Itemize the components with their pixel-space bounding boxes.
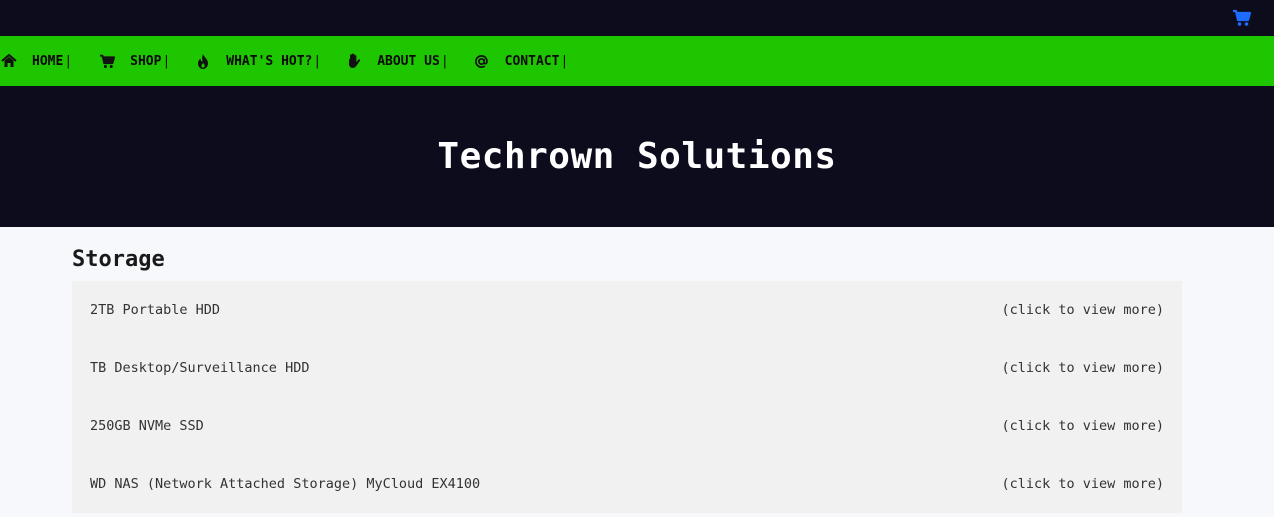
fire-icon bbox=[194, 52, 212, 70]
view-more-link[interactable]: (click to view more) bbox=[1001, 476, 1164, 492]
nav-item-home[interactable]: HOME | bbox=[0, 52, 72, 70]
nav-separator: | bbox=[313, 53, 322, 69]
product-name: 250GB NVMe SSD bbox=[90, 418, 204, 434]
at-icon bbox=[473, 52, 491, 70]
nav-label-about-us: ABOUT US bbox=[377, 53, 440, 69]
nav-item-about-us[interactable]: ABOUT US | bbox=[345, 52, 449, 70]
nav-item-shop[interactable]: SHOP | bbox=[98, 52, 170, 70]
main-nav: HOME | SHOP | WHAT'S HOT? | ABOUT US | C… bbox=[0, 36, 1274, 86]
nav-separator: | bbox=[162, 53, 171, 69]
nav-separator: | bbox=[560, 53, 569, 69]
product-name: TB Desktop/Surveillance HDD bbox=[90, 360, 310, 376]
nav-label-contact: CONTACT bbox=[504, 53, 560, 69]
list-item[interactable]: TB Desktop/Surveillance HDD (click to vi… bbox=[72, 339, 1182, 397]
shopping-cart-icon[interactable] bbox=[1232, 9, 1252, 27]
list-item[interactable]: 2TB Portable HDD (click to view more) bbox=[72, 281, 1182, 339]
view-more-link[interactable]: (click to view more) bbox=[1001, 360, 1164, 376]
shopping-cart-icon bbox=[98, 52, 116, 70]
nav-item-whats-hot[interactable]: WHAT'S HOT? | bbox=[194, 52, 321, 70]
product-name: WD NAS (Network Attached Storage) MyClou… bbox=[90, 476, 481, 492]
nav-label-whats-hot: WHAT'S HOT? bbox=[226, 53, 313, 69]
home-icon bbox=[0, 52, 18, 70]
product-list: 2TB Portable HDD (click to view more) TB… bbox=[72, 281, 1182, 513]
main-content: Storage 2TB Portable HDD (click to view … bbox=[0, 227, 1274, 513]
hero-banner: Techrown Solutions bbox=[0, 86, 1274, 227]
list-item[interactable]: WD NAS (Network Attached Storage) MyClou… bbox=[72, 455, 1182, 513]
nav-item-contact[interactable]: CONTACT | bbox=[473, 52, 569, 70]
nav-separator: | bbox=[64, 53, 73, 69]
hand-icon bbox=[345, 52, 363, 70]
site-title: Techrown Solutions bbox=[437, 136, 837, 177]
view-more-link[interactable]: (click to view more) bbox=[1001, 302, 1164, 318]
nav-label-shop: SHOP bbox=[130, 53, 162, 69]
product-name: 2TB Portable HDD bbox=[90, 302, 221, 318]
view-more-link[interactable]: (click to view more) bbox=[1001, 418, 1164, 434]
nav-label-home: HOME bbox=[32, 53, 64, 69]
list-item[interactable]: 250GB NVMe SSD (click to view more) bbox=[72, 397, 1182, 455]
top-bar bbox=[0, 0, 1274, 36]
nav-separator: | bbox=[440, 53, 449, 69]
section-title: Storage bbox=[72, 247, 165, 272]
